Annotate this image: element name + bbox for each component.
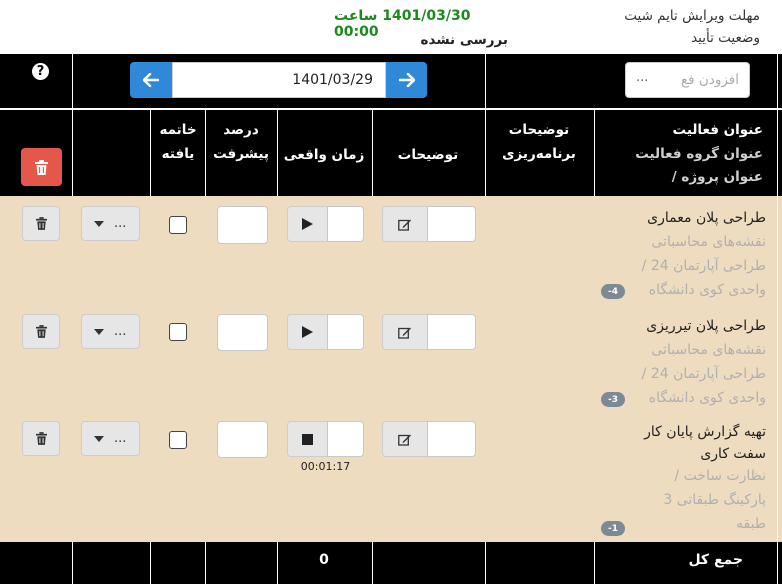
arrow-right-icon — [398, 73, 415, 87]
play-icon — [302, 218, 313, 230]
caret-down-icon — [94, 435, 104, 442]
progress-input[interactable] — [217, 206, 268, 244]
deadline-label: مهلت ویرایش تایم شیت — [624, 8, 760, 24]
actual-time-input[interactable] — [327, 314, 364, 350]
prev-date-button[interactable] — [130, 62, 172, 98]
progress-input[interactable] — [217, 421, 268, 458]
edit-icon — [398, 219, 411, 231]
table-row: ... طراحی پلان تیرریزی نقشه‌های محاسباتی… — [0, 308, 782, 418]
activity-title: طراحی پلان تیرریزی — [646, 318, 766, 334]
elapsed-timer: 00:01:17 — [300, 460, 351, 473]
stop-icon — [302, 433, 313, 445]
activity-title-line2: سفت کاری — [700, 446, 766, 462]
finished-checkbox[interactable] — [169, 323, 187, 341]
caret-down-icon — [94, 328, 104, 335]
activity-count-badge: -1 — [601, 521, 625, 536]
caret-down-icon — [94, 220, 104, 227]
row-options-dropdown[interactable]: ... — [81, 206, 140, 241]
project-name: / نظارت ساخت — [674, 468, 766, 484]
project-name: / طراحی آپارتمان 24 — [641, 366, 766, 382]
add-activity-placeholder: افزودن فع — [680, 72, 739, 88]
col-progress-line1: درصد — [223, 122, 259, 138]
activity-group: نقشه‌های محاسباتی — [651, 342, 766, 358]
total-time-value: 0 — [319, 552, 329, 568]
dropdown-value: ... — [114, 324, 127, 339]
project-name: / طراحی آپارتمان 24 — [641, 258, 766, 274]
approval-status-value: بررسی نشده — [420, 32, 508, 48]
description-input[interactable] — [427, 314, 476, 350]
col-planning-desc-line1: توضیحات — [508, 122, 570, 138]
row-options-dropdown[interactable]: ... — [81, 314, 140, 349]
add-activity-input[interactable]: افزودن فع ... — [625, 62, 750, 98]
activity-group: نقشه‌های محاسباتی — [651, 234, 766, 250]
table-row: ... طراحی پلان معماری نقشه‌های محاسباتی … — [0, 196, 782, 308]
col-actual-time: زمان واقعی — [283, 147, 365, 163]
col-project: / عنوان پروژه — [671, 169, 763, 185]
col-planning-desc-line2: برنامه‌ریزی — [502, 146, 576, 162]
description-input[interactable] — [427, 421, 476, 457]
activity-count-badge: -3 — [601, 392, 625, 407]
activity-title: طراحی پلان معماری — [647, 210, 766, 226]
project-name: پارکینگ طبقاتی 3 — [663, 492, 766, 508]
trash-icon — [35, 432, 47, 445]
dropdown-value: ... — [114, 431, 127, 446]
delete-row-button[interactable] — [22, 314, 60, 349]
trash-icon — [35, 159, 48, 175]
col-activity-title: عنوان فعالیت — [672, 122, 763, 138]
delete-row-button[interactable] — [22, 421, 60, 456]
edit-description-button[interactable] — [382, 206, 428, 242]
edit-icon — [398, 327, 411, 339]
help-icon[interactable]: ? — [32, 63, 49, 80]
date-field[interactable]: 1401/03/29 — [172, 62, 386, 98]
approval-status-label: وضعیت تأیید — [691, 30, 760, 46]
next-date-button[interactable] — [386, 62, 427, 98]
trash-icon — [35, 325, 47, 338]
dropdown-value: ... — [114, 216, 127, 231]
timer-toggle-button[interactable] — [287, 314, 328, 350]
col-finished-line1: خاتمه — [159, 122, 197, 138]
col-activity-group: عنوان گروه فعالیت — [635, 146, 763, 162]
total-label: جمع کل — [688, 552, 743, 568]
finished-checkbox[interactable] — [169, 216, 187, 234]
delete-all-button[interactable] — [21, 148, 62, 186]
actual-time-input[interactable] — [327, 206, 364, 242]
trash-icon — [35, 217, 47, 230]
play-icon — [302, 326, 313, 338]
row-options-dropdown[interactable]: ... — [81, 421, 140, 456]
edit-description-button[interactable] — [382, 314, 428, 350]
actual-time-input[interactable] — [327, 421, 364, 457]
table-row: ... 00:01:17 تهیه گزارش پایان کار سفت کا… — [0, 418, 782, 542]
edit-description-button[interactable] — [382, 421, 428, 457]
col-finished-line2: یافته — [161, 146, 195, 162]
col-description: توضیحات — [397, 147, 459, 163]
timer-toggle-button[interactable] — [287, 206, 328, 242]
activity-count-badge: -4 — [601, 284, 625, 299]
arrow-left-icon — [143, 73, 159, 87]
activity-title: تهیه گزارش پایان کار — [644, 424, 766, 440]
col-progress-line2: پیشرفت — [213, 146, 269, 162]
add-activity-dots: ... — [636, 70, 649, 85]
description-input[interactable] — [427, 206, 476, 242]
progress-input[interactable] — [217, 314, 268, 351]
edit-icon — [398, 434, 411, 446]
timer-toggle-button[interactable] — [287, 421, 328, 457]
finished-checkbox[interactable] — [169, 431, 187, 449]
delete-row-button[interactable] — [22, 206, 60, 241]
